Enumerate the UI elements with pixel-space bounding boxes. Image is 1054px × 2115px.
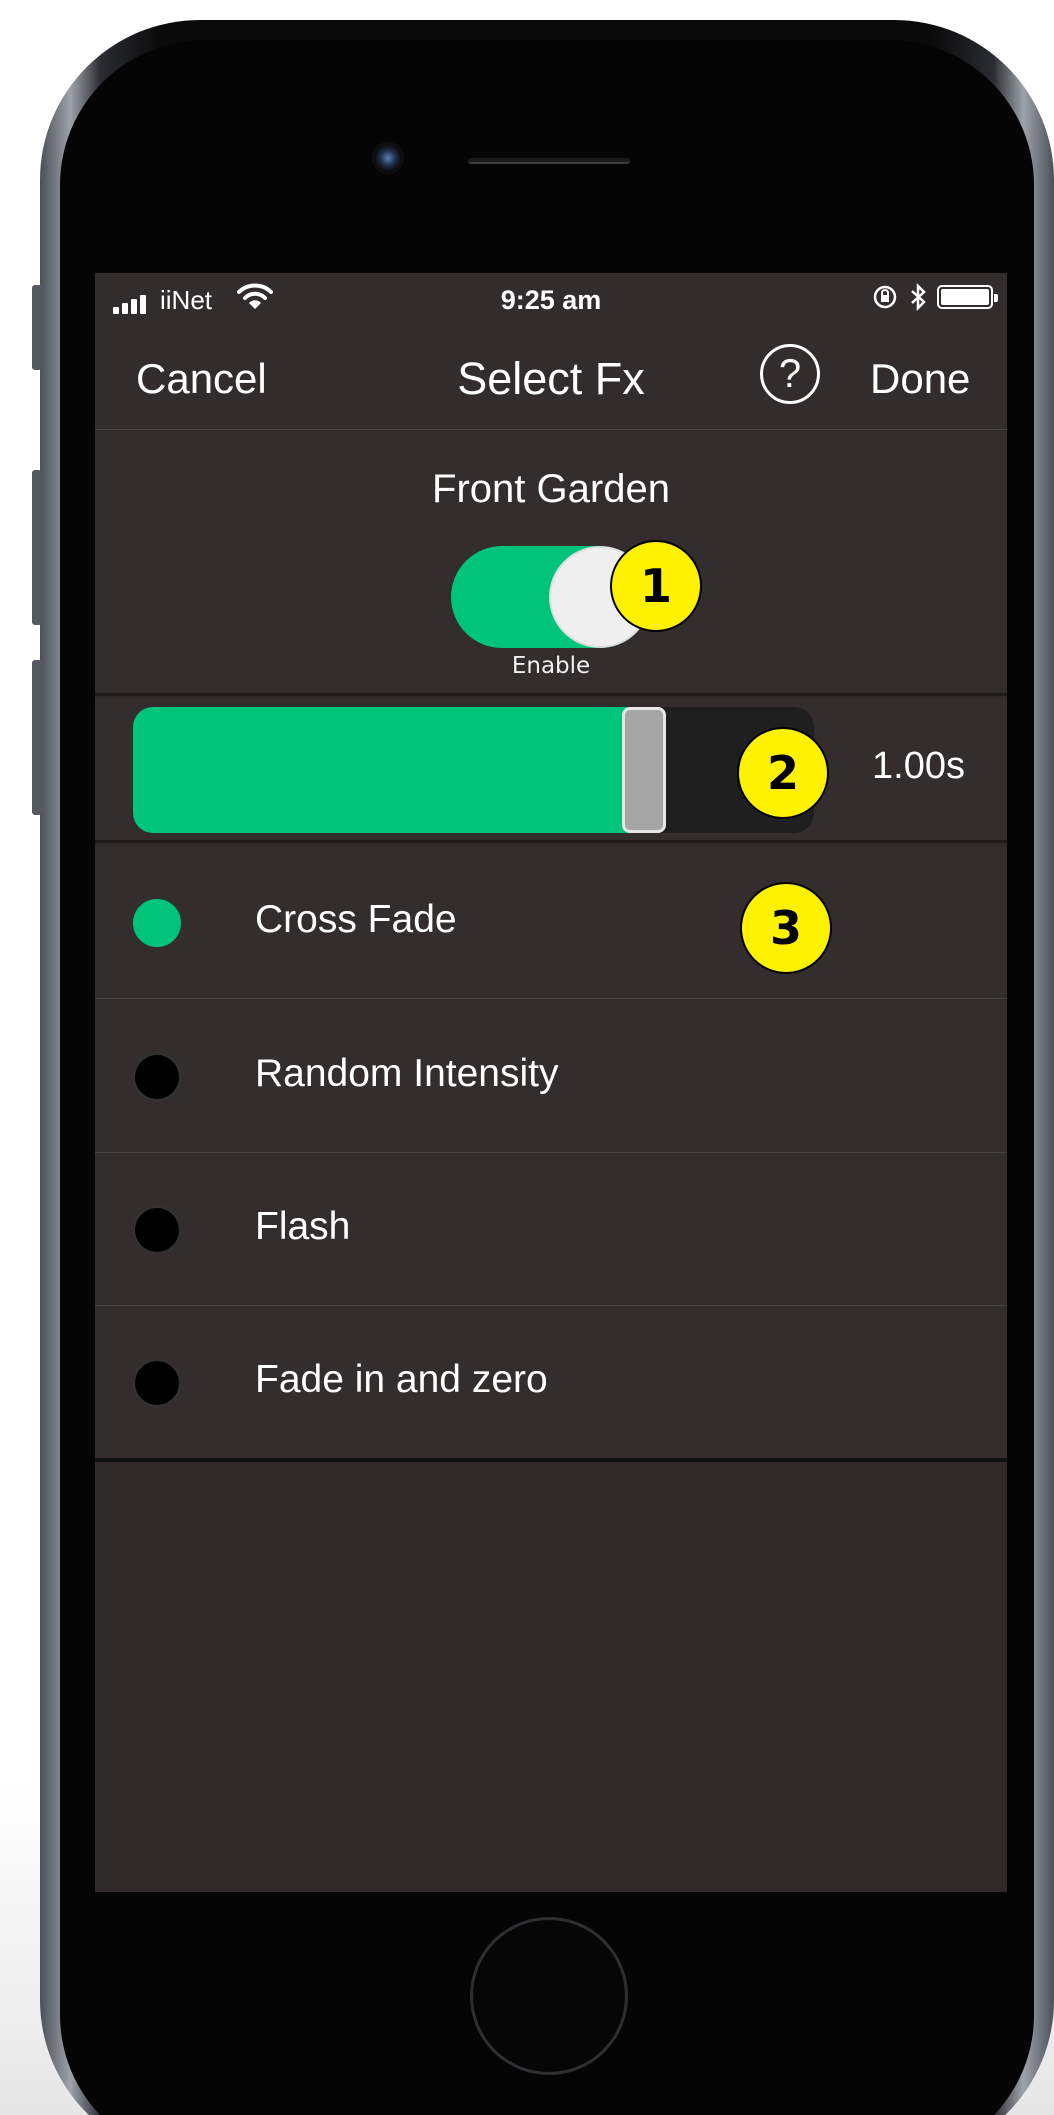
radio-button[interactable] [133, 1053, 181, 1101]
effect-item-flash[interactable]: Flash [95, 1153, 1007, 1306]
help-icon[interactable]: ? [760, 344, 820, 404]
app-screen: iiNet 9:25 am Cancel Select Fx ? Done Fr… [95, 273, 1007, 1892]
volume-down-button [32, 660, 42, 815]
front-camera-icon [372, 142, 404, 174]
volume-up-button [32, 470, 42, 625]
slider-fill [133, 707, 644, 833]
callout-badge-2: 2 [737, 727, 829, 819]
effect-item-fade-in-and-zero[interactable]: Fade in and zero [95, 1306, 1007, 1459]
zone-name: Front Garden [432, 467, 670, 511]
duration-slider[interactable] [133, 707, 814, 833]
radio-button[interactable] [133, 1206, 181, 1254]
callout-badge-3: 3 [740, 882, 832, 974]
effect-label: Cross Fade [255, 898, 457, 941]
zone-header: Front Garden Enable [95, 431, 1007, 696]
radio-button[interactable] [133, 1359, 181, 1407]
duration-value: 1.00s [872, 745, 965, 787]
effect-item-cross-fade[interactable]: Cross Fade [95, 846, 1007, 999]
effect-item-random-intensity[interactable]: Random Intensity [95, 1000, 1007, 1153]
battery-icon [937, 285, 998, 309]
navigation-bar: Cancel Select Fx ? Done [95, 327, 1007, 430]
duration-slider-row: 1.00s [95, 699, 1007, 843]
status-bar: iiNet 9:25 am [95, 273, 1007, 327]
earpiece-speaker [468, 158, 630, 164]
effect-label: Flash [255, 1205, 351, 1248]
bluetooth-icon [911, 283, 926, 311]
done-button[interactable]: Done [870, 355, 970, 403]
list-divider [95, 1458, 1007, 1462]
orientation-lock-icon [873, 285, 897, 309]
effect-label: Random Intensity [255, 1052, 559, 1095]
radio-button[interactable] [133, 899, 181, 947]
enable-label: Enable [511, 653, 591, 679]
effect-label: Fade in and zero [255, 1358, 548, 1401]
home-button[interactable] [470, 1917, 628, 2075]
callout-badge-1: 1 [610, 540, 702, 632]
slider-thumb[interactable] [622, 707, 666, 833]
status-right-icons [871, 283, 998, 311]
mute-switch [32, 285, 42, 370]
